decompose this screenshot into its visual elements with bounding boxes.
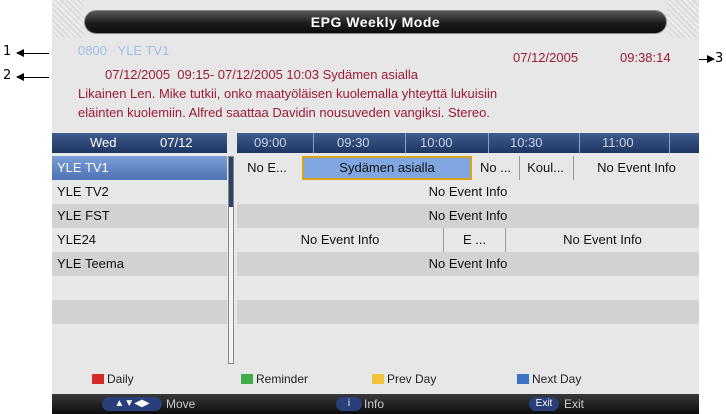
- yellow-key-icon: [372, 374, 384, 384]
- legend-green: Reminder: [241, 372, 308, 386]
- event-cell[interactable]: No ...: [473, 156, 518, 180]
- page-title: EPG Weekly Mode: [84, 10, 667, 34]
- footer-info-label: Info: [364, 397, 385, 411]
- channel-row[interactable]: YLE TV2: [52, 180, 227, 204]
- callout-1-arrow: [16, 49, 49, 57]
- channel-scrollbar[interactable]: [228, 156, 234, 364]
- time-divider: [488, 133, 489, 153]
- event-cell[interactable]: No Event Info: [573, 156, 699, 180]
- event-description-2: eläinten kuolemiin. Alfred saattaa David…: [78, 105, 490, 120]
- empty-row: [237, 276, 699, 300]
- empty-row: [237, 300, 699, 324]
- callout-3: 3: [715, 51, 724, 66]
- header-date: 07/12: [160, 135, 193, 150]
- footer-exit-label: Exit: [564, 397, 585, 411]
- time-header: 09:00 09:30 10:00 10:30 11:00: [237, 133, 699, 153]
- arrow-keys-icon: ▲▼◀▶: [102, 397, 162, 411]
- channel-info: 0800 YLE TV1: [78, 43, 169, 59]
- empty-row: [52, 324, 227, 348]
- time-tick: 10:00: [420, 135, 453, 150]
- time-divider: [405, 133, 406, 153]
- corner-right: [667, 0, 699, 38]
- channel-row[interactable]: YLE FST: [52, 204, 227, 228]
- channel-row[interactable]: YLE TV1: [52, 156, 227, 180]
- event-row-yle-tv1: No E... Sydämen asialla No ... Koul... N…: [237, 156, 699, 180]
- time-tick: 09:00: [254, 135, 287, 150]
- event-time-line: 07/12/2005 09:15- 07/12/2005 10:03 Sydäm…: [105, 67, 418, 82]
- time-tick: 11:00: [602, 135, 634, 150]
- empty-row: [52, 300, 227, 324]
- channel-row[interactable]: YLE Teema: [52, 252, 227, 276]
- channel-list: YLE TV1 YLE TV2 YLE FST YLE24 YLE Teema: [52, 156, 227, 348]
- time-tick: 10:30: [510, 135, 543, 150]
- date-header: Wed 07/12: [52, 133, 227, 153]
- time-tick: 09:30: [337, 135, 370, 150]
- current-time: 09:38:14: [620, 50, 671, 65]
- red-key-icon: [92, 374, 104, 384]
- empty-row: [237, 324, 699, 348]
- callout-2: 2: [3, 68, 12, 83]
- channel-name: YLE TV1: [117, 43, 170, 58]
- event-description-1: Likainen Len. Mike tutkii, onko maatyölä…: [78, 86, 498, 101]
- event-cell[interactable]: No Event Info: [237, 204, 699, 228]
- empty-row: [52, 276, 227, 300]
- event-cell[interactable]: E ...: [443, 228, 505, 252]
- event-row-yle-tv2: No Event Info: [237, 180, 699, 204]
- callout-1: 1: [3, 44, 12, 59]
- header-day: Wed: [90, 135, 117, 150]
- event-grid: No E... Sydämen asialla No ... Koul... N…: [237, 156, 699, 348]
- event-cell[interactable]: No Event Info: [237, 228, 443, 252]
- legend-red: Daily: [92, 372, 134, 386]
- green-key-icon: [241, 374, 253, 384]
- legend-yellow: Prev Day: [372, 372, 436, 386]
- legend-blue-label: Next Day: [532, 372, 582, 386]
- event-row-yle-teema: No Event Info: [237, 252, 699, 276]
- event-cell[interactable]: Koul...: [519, 156, 571, 180]
- event-cell[interactable]: No Event Info: [237, 252, 699, 276]
- corner-left: [52, 0, 84, 38]
- legend-green-label: Reminder: [256, 372, 309, 386]
- legend-yellow-label: Prev Day: [387, 372, 437, 386]
- time-divider: [669, 133, 670, 153]
- time-divider: [579, 133, 580, 153]
- blue-key-icon: [517, 374, 529, 384]
- info-key-icon: i: [336, 397, 362, 411]
- legend-blue: Next Day: [517, 372, 581, 386]
- footer-move-label: Move: [166, 397, 196, 411]
- event-row-yle24: No Event Info E ... No Event Info: [237, 228, 699, 252]
- current-date: 07/12/2005: [513, 50, 579, 65]
- event-row-yle-fst: No Event Info: [237, 204, 699, 228]
- footer-bar: ▲▼◀▶ Move i Info Exit Exit: [52, 394, 699, 414]
- legend-red-label: Daily: [107, 372, 134, 386]
- time-divider: [313, 133, 314, 153]
- scrollbar-thumb[interactable]: [229, 157, 233, 207]
- event-cell[interactable]: No Event Info: [505, 228, 699, 252]
- exit-key-icon: Exit: [529, 397, 559, 411]
- event-cell-selected[interactable]: Sydämen asialla: [302, 156, 472, 180]
- event-cell[interactable]: No E...: [237, 156, 297, 180]
- event-cell[interactable]: No Event Info: [237, 180, 699, 204]
- epg-screen: EPG Weekly Mode 0800 YLE TV1 07/12/2005 …: [52, 0, 699, 414]
- channel-row[interactable]: YLE24: [52, 228, 227, 252]
- channel-number: 0800: [78, 43, 107, 58]
- callout-2-arrow: [16, 73, 49, 81]
